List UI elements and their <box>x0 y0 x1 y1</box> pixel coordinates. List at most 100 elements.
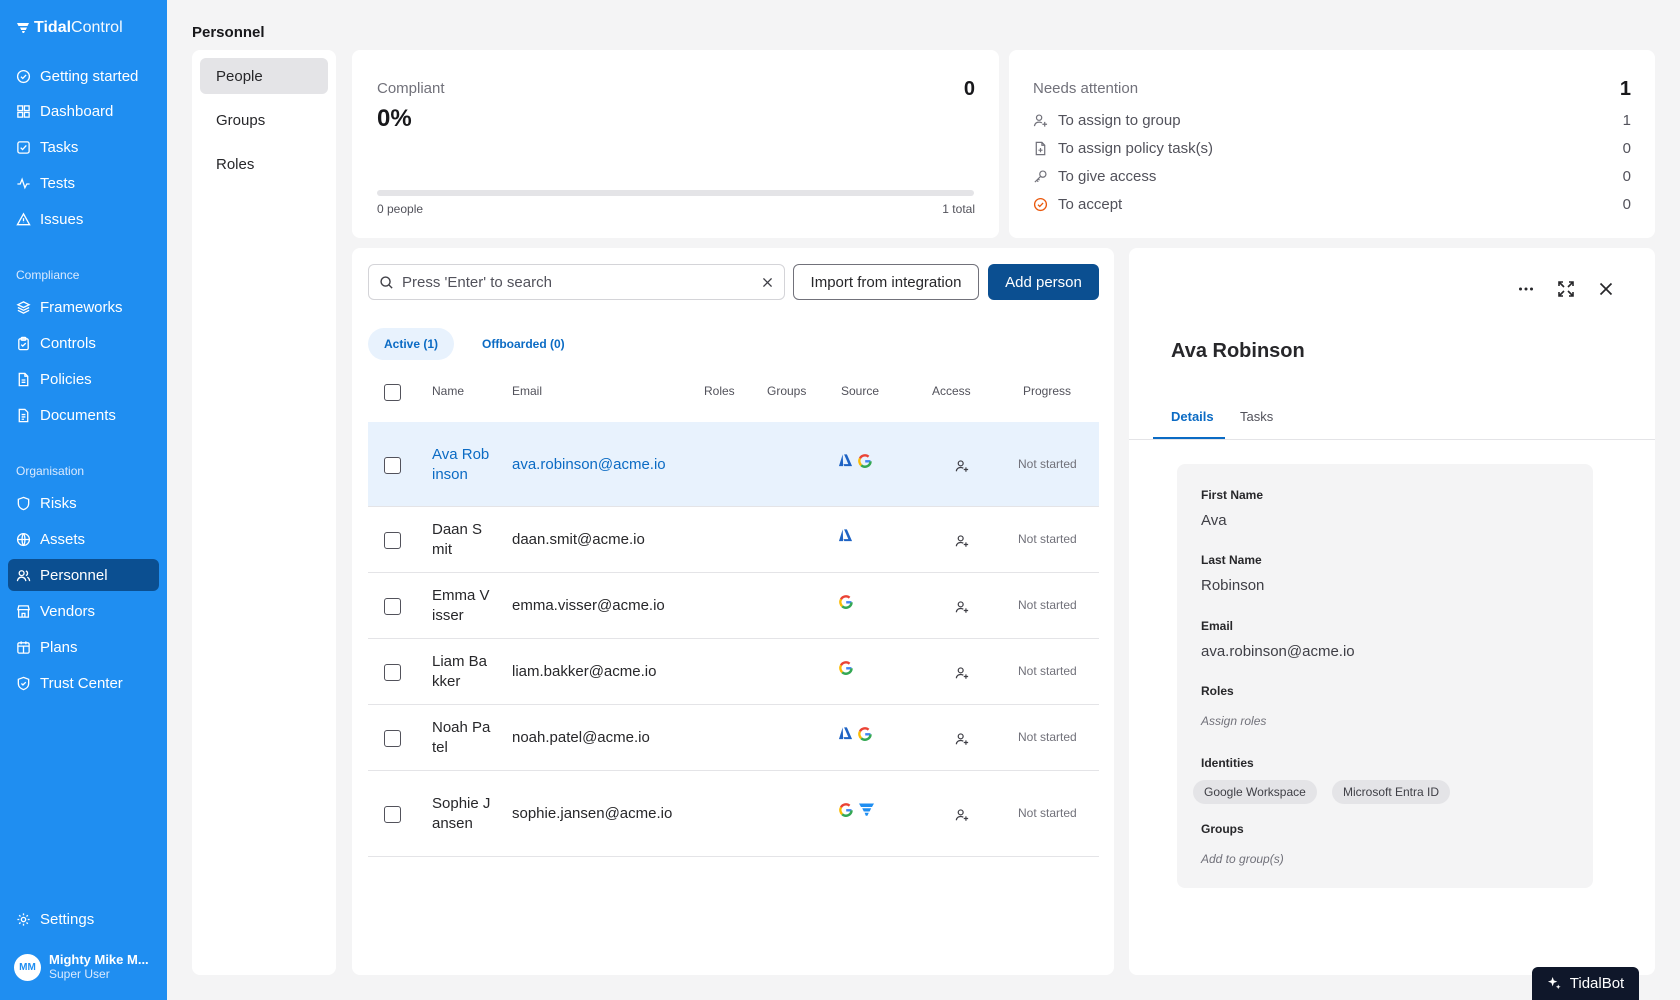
nav-getting-started[interactable]: Getting started <box>8 60 159 92</box>
row-checkbox[interactable] <box>384 456 401 474</box>
person-name[interactable]: Daan Smit <box>432 520 492 560</box>
nav-tasks[interactable]: Tasks <box>8 131 159 163</box>
person-name[interactable]: Ava Robinson <box>432 445 492 485</box>
search-icon <box>380 275 393 289</box>
add-person-button[interactable]: Add person <box>988 264 1099 300</box>
close-panel-button[interactable] <box>1595 278 1617 300</box>
attention-row-policy-tasks[interactable]: To assign policy task(s) 0 <box>1033 138 1631 158</box>
row-checkbox[interactable] <box>384 598 401 615</box>
import-integration-button[interactable]: Import from integration <box>793 264 979 300</box>
header-source[interactable]: Source <box>841 384 879 398</box>
table-row[interactable]: Daan Smit daan.smit@acme.io Not started <box>368 507 1099 573</box>
google-icon <box>839 661 853 675</box>
user-plus-icon[interactable] <box>955 534 969 548</box>
groups-label: Groups <box>1201 822 1244 836</box>
table-row[interactable]: Emma Visser emma.visser@acme.io Not starte… <box>368 573 1099 639</box>
subnav-people[interactable]: People <box>200 58 328 94</box>
row-checkbox[interactable] <box>384 532 401 549</box>
filter-offboarded[interactable]: Offboarded (0) <box>466 328 581 360</box>
progress-status: Not started <box>1018 730 1077 744</box>
identities-label: Identities <box>1201 756 1254 770</box>
nav-assets[interactable]: Assets <box>8 523 159 555</box>
user-plus-icon[interactable] <box>955 808 969 822</box>
search-input[interactable] <box>402 273 753 291</box>
person-email[interactable]: noah.patel@acme.io <box>512 729 650 746</box>
add-groups-field[interactable]: Add to group(s) <box>1201 852 1284 866</box>
clipboard-icon <box>18 336 29 350</box>
more-options-button[interactable] <box>1515 278 1537 300</box>
nav-controls[interactable]: Controls <box>8 327 159 359</box>
subnav-groups[interactable]: Groups <box>200 102 328 138</box>
attention-row-assign-group[interactable]: To assign to group 1 <box>1033 110 1631 130</box>
brand-logo[interactable]: Tidal Control <box>16 19 123 37</box>
person-name[interactable]: Sophie Jansen <box>432 794 492 834</box>
email-value[interactable]: ava.robinson@acme.io <box>1201 643 1355 660</box>
attention-row-accept[interactable]: To accept 0 <box>1033 194 1631 214</box>
select-all-checkbox[interactable] <box>384 384 401 401</box>
nav-settings[interactable]: Settings <box>8 903 159 935</box>
header-access[interactable]: Access <box>932 384 971 398</box>
subnav-roles[interactable]: Roles <box>200 146 328 182</box>
user-plus-icon[interactable] <box>955 732 969 746</box>
user-menu[interactable]: MM Mighty Mike M... Super User <box>14 952 149 982</box>
nav-vendors[interactable]: Vendors <box>8 595 159 627</box>
nav-personnel[interactable]: Personnel <box>8 559 159 591</box>
person-name[interactable]: Noah Patel <box>432 718 492 758</box>
person-email[interactable]: daan.smit@acme.io <box>512 531 645 548</box>
header-roles[interactable]: Roles <box>704 384 735 398</box>
row-checkbox[interactable] <box>384 730 401 747</box>
table-row[interactable]: Sophie Jansen sophie.jansen@acme.io Not st… <box>368 771 1099 857</box>
nav-trust-center[interactable]: Trust Center <box>8 667 159 699</box>
nav-tests[interactable]: Tests <box>8 167 159 199</box>
row-checkbox[interactable] <box>384 664 401 681</box>
tab-details[interactable]: Details <box>1171 409 1214 424</box>
roles-label: Roles <box>1201 684 1234 698</box>
needs-attention-label: Needs attention <box>1033 80 1139 97</box>
warning-icon <box>16 212 31 225</box>
header-name[interactable]: Name <box>432 384 464 398</box>
compliant-card: Compliant 0% 0 0 people 1 total <box>352 50 999 238</box>
nav-label: Getting started <box>40 67 139 85</box>
nav-dashboard[interactable]: Dashboard <box>8 95 159 127</box>
header-groups[interactable]: Groups <box>767 384 806 398</box>
layers-icon <box>16 300 31 314</box>
nav-label: Dashboard <box>40 102 114 120</box>
row-checkbox[interactable] <box>384 806 401 823</box>
person-name[interactable]: Emma Visser <box>432 586 492 626</box>
header-progress[interactable]: Progress <box>1023 384 1071 398</box>
first-name-label: First Name <box>1201 488 1264 502</box>
table-row[interactable]: Ava Robinson ava.robinson@acme.io Not star… <box>368 422 1099 507</box>
tab-tasks[interactable]: Tasks <box>1240 409 1273 424</box>
user-plus-icon[interactable] <box>955 600 969 614</box>
nav-risks[interactable]: Risks <box>8 487 159 519</box>
nav-plans[interactable]: Plans <box>8 631 159 663</box>
nav-policies[interactable]: Policies <box>8 363 159 395</box>
user-plus-icon[interactable] <box>955 666 969 680</box>
page-title: Personnel <box>192 24 265 41</box>
table-row[interactable]: Liam Bakker liam.bakker@acme.io Not starte… <box>368 639 1099 705</box>
header-email[interactable]: Email <box>512 384 542 398</box>
table-row[interactable]: Noah Patel noah.patel@acme.io Not started <box>368 705 1099 771</box>
assign-roles-field[interactable]: Assign roles <box>1201 714 1266 728</box>
person-email[interactable]: emma.visser@acme.io <box>512 597 665 614</box>
nav-frameworks[interactable]: Frameworks <box>8 291 159 323</box>
expand-button[interactable] <box>1555 278 1577 300</box>
person-name[interactable]: Liam Bakker <box>432 652 492 692</box>
attention-count: 1 <box>1622 111 1631 129</box>
person-email[interactable]: ava.robinson@acme.io <box>512 456 666 473</box>
nav-label: Issues <box>40 210 84 228</box>
first-name-value[interactable]: Ava <box>1201 512 1227 529</box>
nav-documents[interactable]: Documents <box>8 399 159 431</box>
user-role: Super User <box>49 967 110 981</box>
attention-row-give-access[interactable]: To give access 0 <box>1033 166 1631 186</box>
google-icon <box>858 727 872 741</box>
person-email[interactable]: sophie.jansen@acme.io <box>512 805 672 822</box>
person-email[interactable]: liam.bakker@acme.io <box>512 663 656 680</box>
clear-icon[interactable] <box>761 276 774 289</box>
user-plus-icon[interactable] <box>955 459 969 473</box>
nav-issues[interactable]: Issues <box>8 203 159 235</box>
filter-active[interactable]: Active (1) <box>368 328 455 360</box>
tidalbot-button[interactable]: TidalBot <box>1532 967 1639 1000</box>
tab-divider <box>1129 439 1655 440</box>
last-name-value[interactable]: Robinson <box>1201 577 1264 594</box>
